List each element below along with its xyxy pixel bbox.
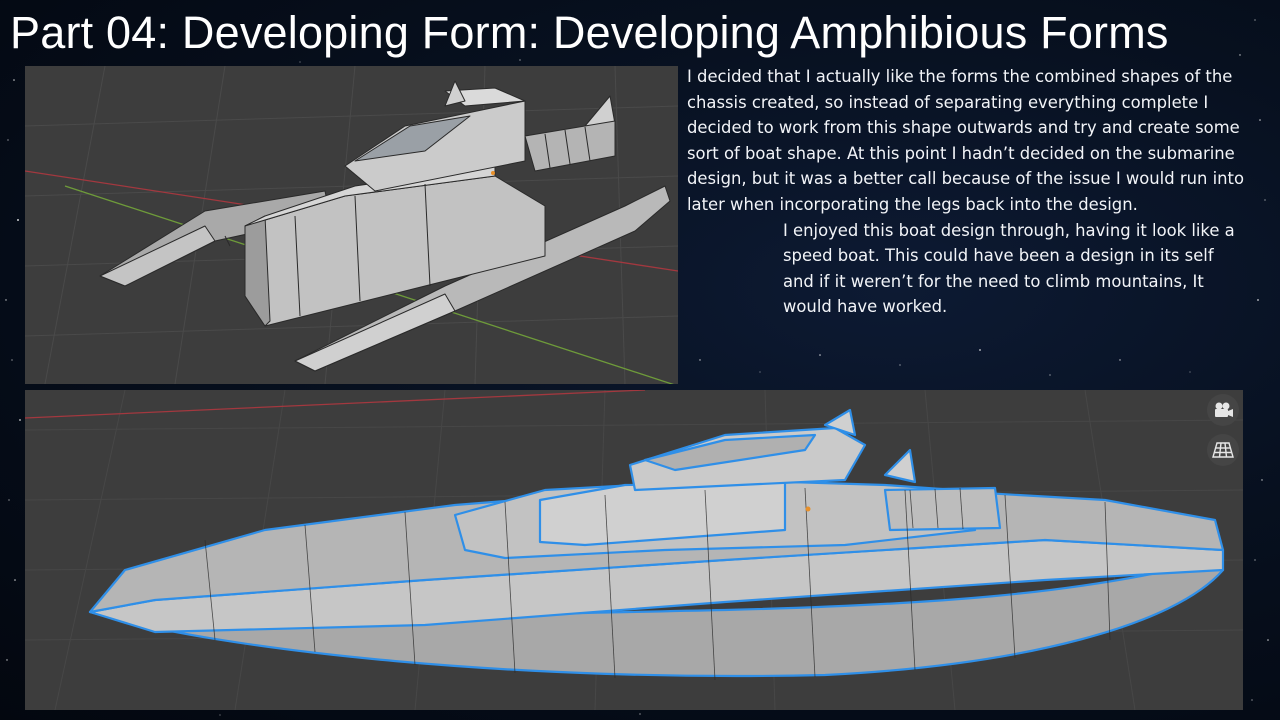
- render-viewport-boat: [25, 390, 1243, 710]
- description-text: I decided that I actually like the forms…: [687, 64, 1247, 320]
- paragraph-2: I enjoyed this boat design through, havi…: [783, 220, 1235, 317]
- camera-view-button[interactable]: [1207, 394, 1239, 426]
- paragraph-1: I decided that I actually like the forms…: [687, 67, 1244, 214]
- render-viewport-chassis: [25, 66, 678, 384]
- chassis-render-image: [25, 66, 678, 384]
- ortho-grid-button[interactable]: [1207, 434, 1239, 466]
- slide-title: Part 04: Developing Form: Developing Amp…: [10, 7, 1169, 58]
- camera-icon: [1215, 402, 1233, 417]
- grid-icon: [1212, 442, 1234, 458]
- boat-render-image: [25, 390, 1243, 710]
